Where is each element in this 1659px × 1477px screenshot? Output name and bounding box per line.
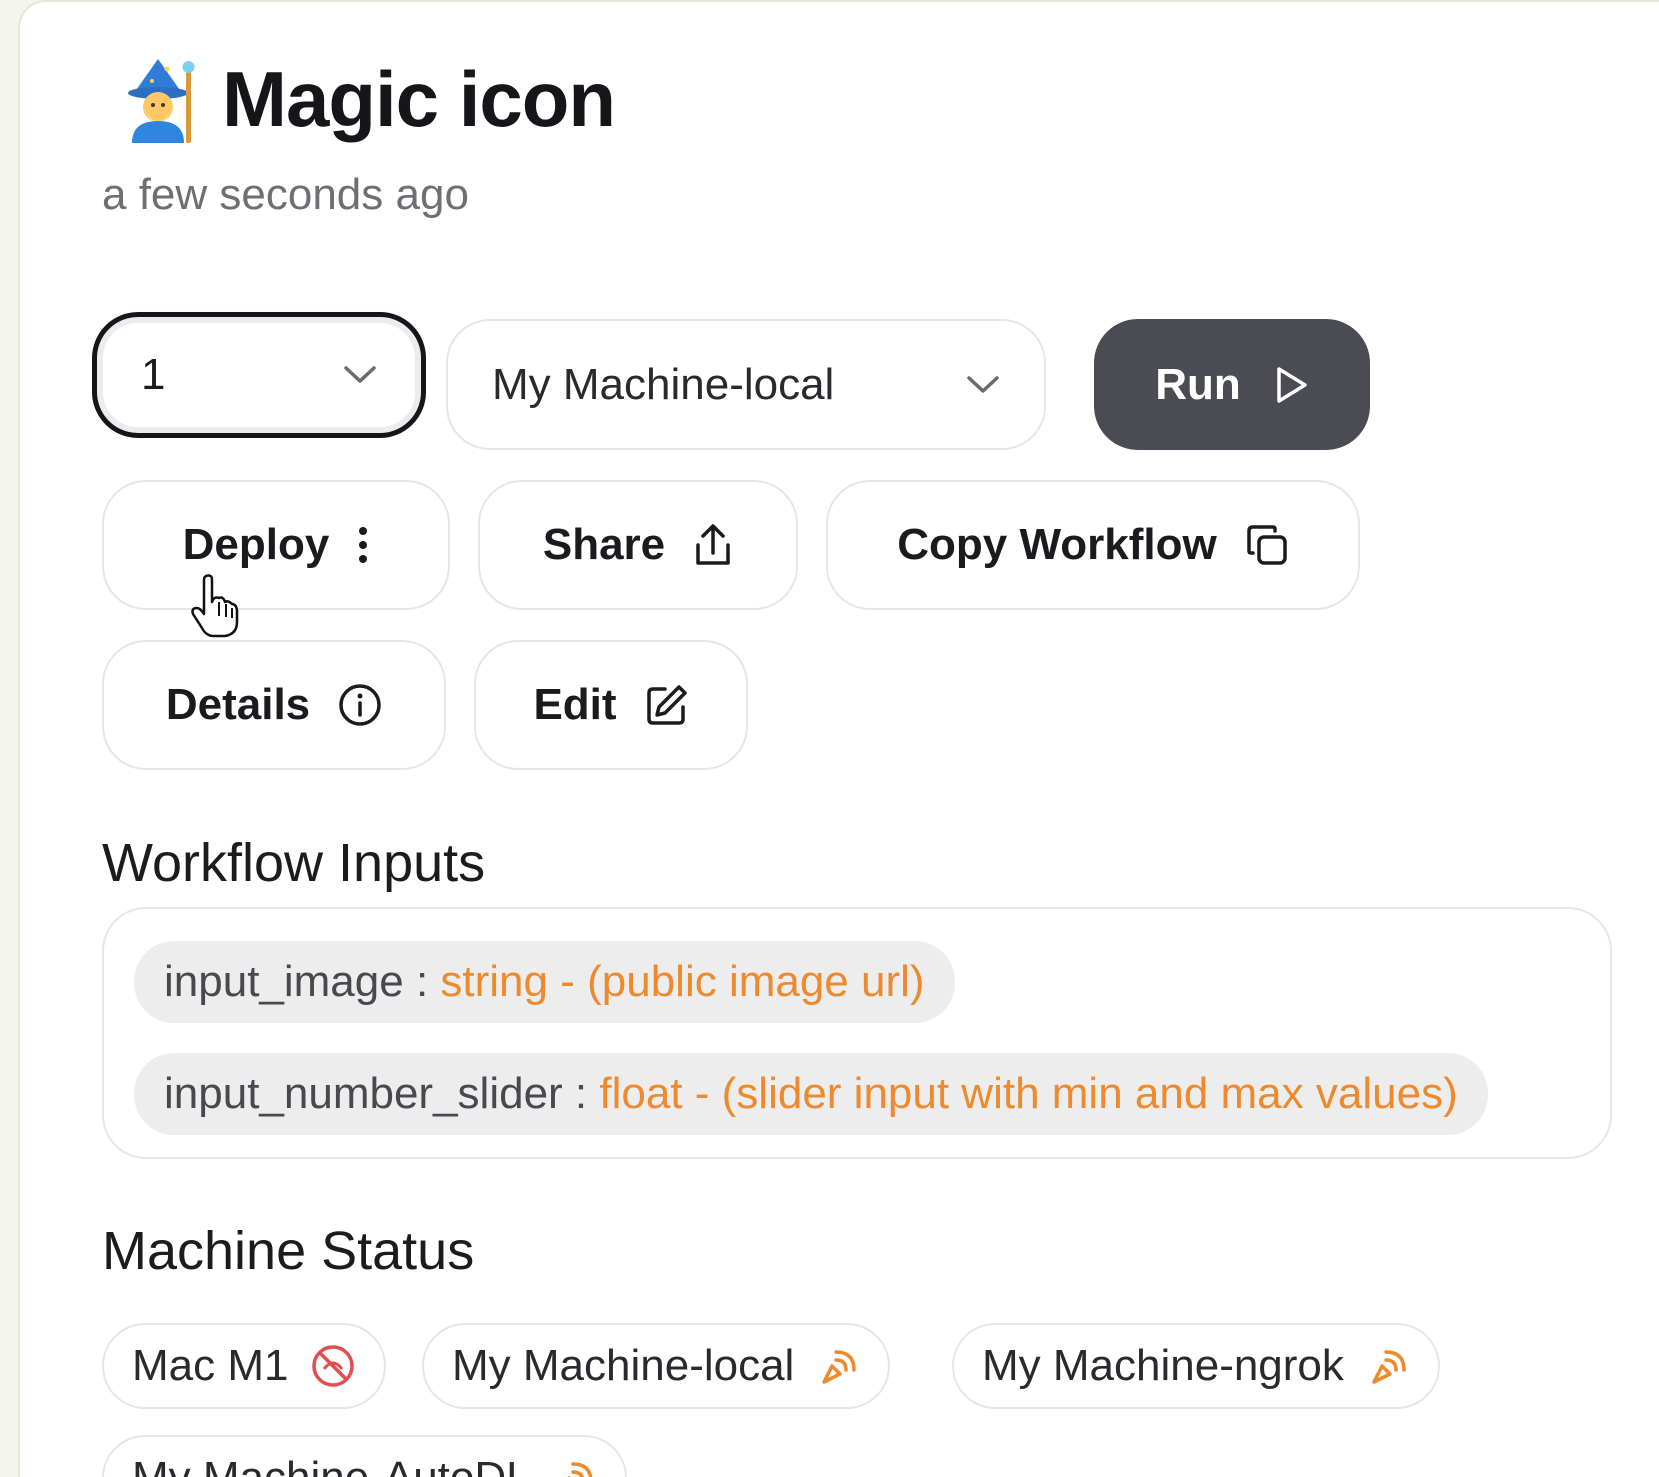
machine-name: Mac M1 (132, 1341, 289, 1390)
version-select-value: 1 (141, 350, 166, 399)
run-button[interactable]: Run (1094, 319, 1370, 450)
edit-icon (646, 685, 687, 725)
signal-icon (1372, 1350, 1406, 1384)
wizard-emoji-icon (128, 58, 195, 143)
details-button-label: Details (165, 680, 311, 729)
share-button[interactable]: Share (478, 480, 798, 610)
workflow-inputs-title: Workflow Inputs (102, 833, 486, 893)
machine-select[interactable]: My Machine-local (446, 319, 1046, 450)
chevron-down-icon (967, 375, 999, 393)
copy-workflow-button[interactable]: Copy Workflow (826, 480, 1360, 610)
more-vertical-icon[interactable] (357, 525, 369, 565)
copy-icon (1246, 525, 1287, 565)
workflow-input-item: input_image : string - (public image url… (134, 941, 955, 1023)
input-type: string - (public image url) (440, 957, 925, 1006)
machine-status-item[interactable]: Mac M1 (102, 1323, 387, 1409)
play-icon (1277, 366, 1307, 403)
share-upload-icon (696, 524, 730, 565)
machine-status-title: Machine Status (102, 1221, 475, 1281)
edit-button[interactable]: Edit (474, 640, 748, 770)
deploy-button[interactable]: Deploy (102, 480, 450, 610)
signal-icon (822, 1350, 857, 1384)
details-button[interactable]: Details (102, 640, 446, 770)
chevron-down-icon (344, 366, 376, 383)
page-title: Magic icon (222, 55, 616, 143)
input-name: input_number_slider : (164, 1069, 588, 1118)
machine-status-item[interactable]: My Machine-ngrok (952, 1323, 1440, 1409)
last-updated-text: a few seconds ago (102, 170, 469, 219)
edit-button-label: Edit (533, 680, 617, 729)
info-icon (339, 684, 381, 726)
signal-icon (567, 1462, 592, 1477)
version-select[interactable]: 1 (92, 312, 426, 438)
input-type: float - (slider input with min and max v… (599, 1069, 1458, 1118)
workflow-inputs-list: input_image : string - (public image url… (102, 907, 1612, 1159)
machine-name: My Machine-ngrok (982, 1341, 1344, 1390)
copy-workflow-button-label: Copy Workflow (897, 520, 1217, 569)
input-name: input_image : (164, 957, 429, 1006)
workflow-input-item: input_number_slider : float - (slider in… (134, 1053, 1488, 1135)
share-button-label: Share (542, 520, 666, 569)
workflow-header: Magic icon (114, 54, 616, 145)
machine-name: My Machine-AutoDL (132, 1453, 531, 1477)
deploy-button-label: Deploy (182, 520, 330, 569)
machine-status-item[interactable]: My Machine-AutoDL (102, 1435, 627, 1477)
run-button-label: Run (1155, 359, 1241, 409)
machine-status-item[interactable]: My Machine-local (422, 1323, 891, 1409)
offline-icon (312, 1345, 355, 1387)
machine-name: My Machine-local (452, 1341, 795, 1390)
machine-select-value: My Machine-local (492, 359, 835, 409)
workflow-panel: Magic icon a few seconds ago 1 My Machin… (18, 0, 1659, 1477)
